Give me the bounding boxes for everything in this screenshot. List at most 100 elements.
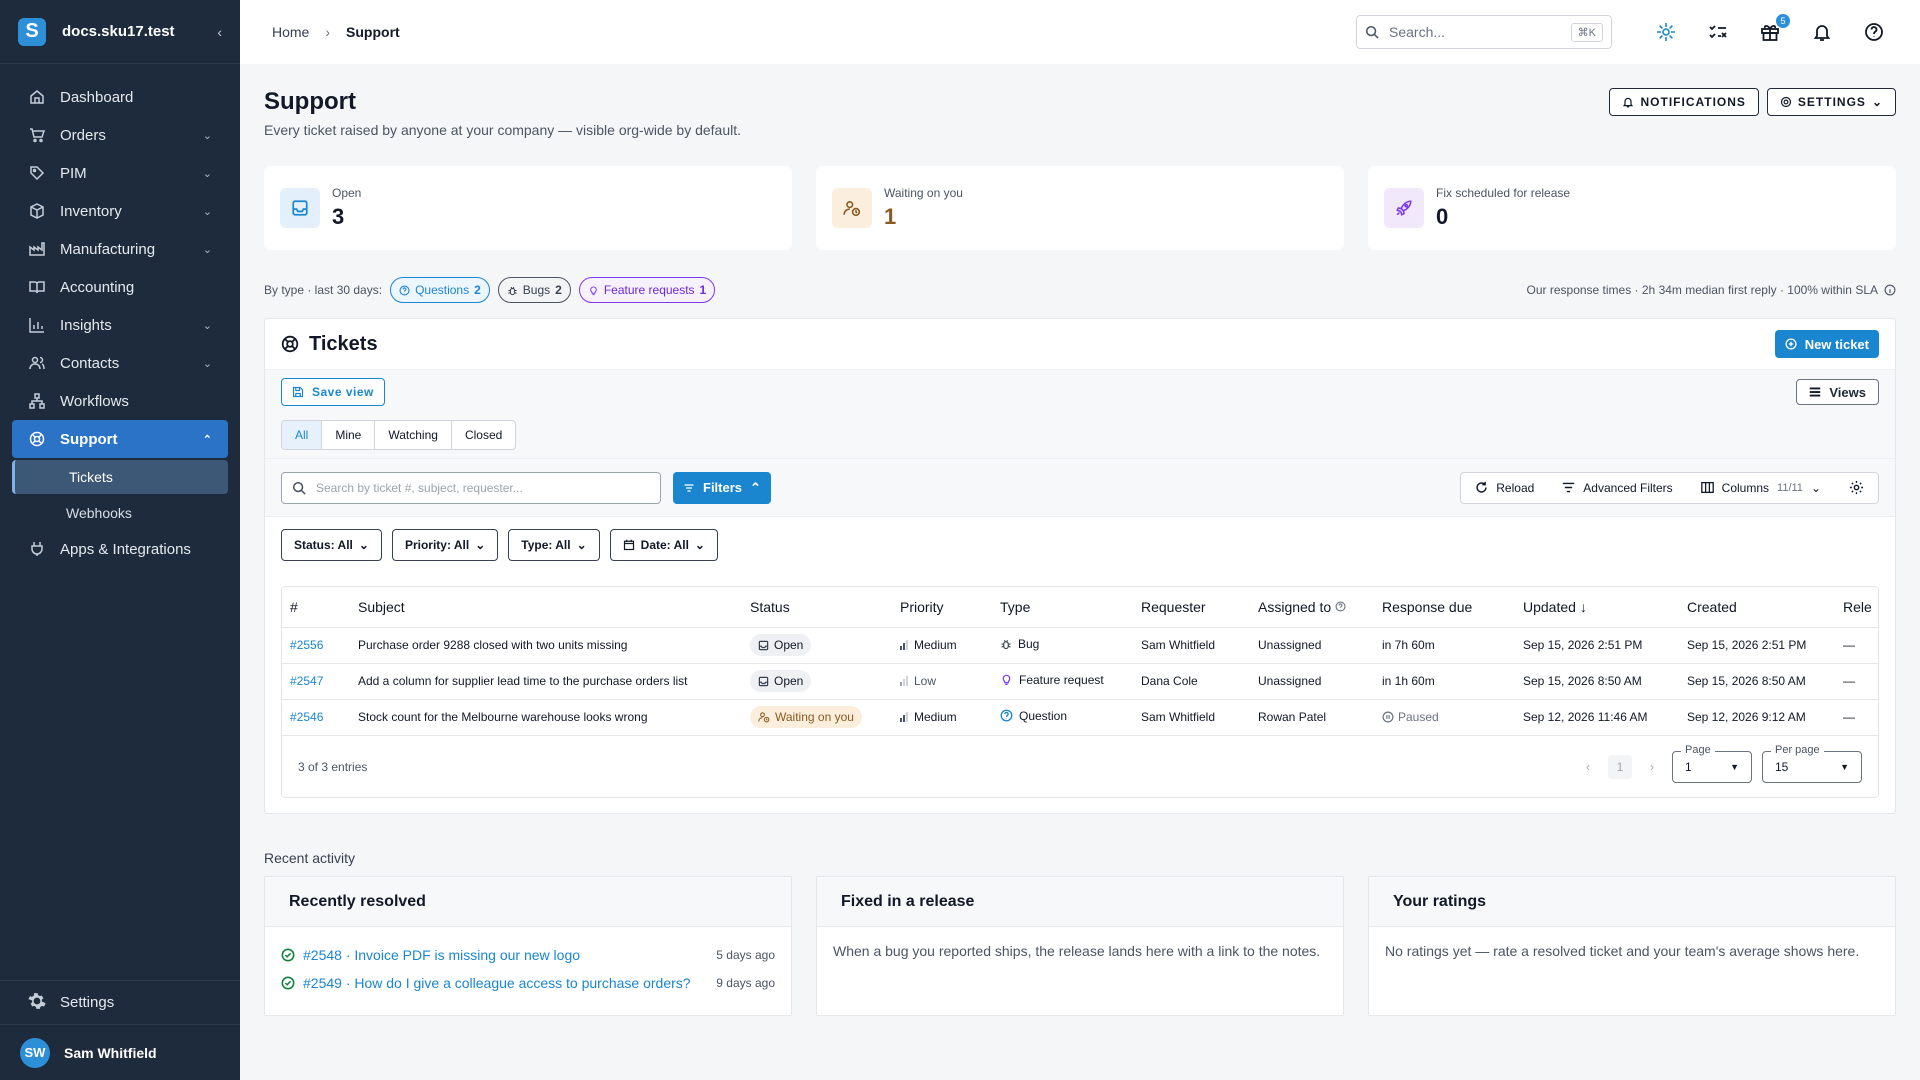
prev-page-icon[interactable]: ‹: [1586, 760, 1590, 774]
sidebar-item-pim[interactable]: PIM ⌄: [0, 154, 240, 192]
ticket-id[interactable]: #2546: [282, 699, 350, 736]
sidebar-subitem-tickets[interactable]: Tickets: [12, 460, 228, 494]
ticket-subject[interactable]: Stock count for the Melbourne warehouse …: [350, 699, 742, 736]
col-updated[interactable]: Updated ↓: [1515, 587, 1679, 628]
factory-icon: [28, 240, 46, 258]
chip-count: 1: [699, 283, 707, 297]
user-menu[interactable]: SW Sam Whitfield: [0, 1024, 240, 1080]
ticket-tabs: All Mine Watching Closed: [281, 420, 517, 450]
filters-button[interactable]: Filters ⌃: [673, 471, 771, 504]
page-number[interactable]: 1: [1608, 755, 1632, 779]
settings-dropdown-button[interactable]: SETTINGS ⌄: [1766, 88, 1896, 116]
col-requester[interactable]: Requester: [1133, 587, 1250, 628]
sidebar-item-apps[interactable]: Apps & Integrations: [0, 530, 240, 568]
columns-button[interactable]: Columns 11/11 ⌄: [1687, 481, 1835, 495]
page-select[interactable]: Page 1 ▼: [1672, 744, 1752, 783]
col-assigned[interactable]: Assigned to: [1250, 587, 1374, 628]
ticket-id[interactable]: #2547: [282, 663, 350, 700]
resolved-link[interactable]: #2548 · Invoice PDF is missing our new l…: [303, 945, 704, 965]
sort-desc-icon: ↓: [1579, 598, 1587, 615]
info-icon[interactable]: [1884, 284, 1896, 296]
gear-icon: [1780, 96, 1792, 108]
page-select-label: Page: [1681, 744, 1715, 756]
breadcrumb: Home › Support: [272, 24, 1356, 40]
table-row[interactable]: #2546 Stock count for the Melbourne ware…: [282, 699, 1878, 736]
sidebar-item-settings[interactable]: Settings: [0, 980, 240, 1024]
status-filter-dropdown[interactable]: Status: All ⌄: [281, 528, 382, 561]
breadcrumb-home[interactable]: Home: [272, 24, 309, 40]
sidebar-item-inventory[interactable]: Inventory ⌄: [0, 192, 240, 230]
col-subject[interactable]: Subject: [350, 587, 742, 628]
page-title: Support: [264, 88, 356, 115]
app-logo-icon[interactable]: S: [18, 17, 46, 46]
col-priority[interactable]: Priority: [892, 587, 992, 628]
notifications-button[interactable]: NOTIFICATIONS: [1609, 88, 1759, 116]
col-id[interactable]: #: [282, 587, 350, 628]
stat-fix-scheduled[interactable]: Fix scheduled for release 0: [1368, 166, 1896, 250]
chip-label: Bugs: [522, 283, 551, 297]
sidebar-item-label: PIM: [60, 164, 87, 182]
sidebar-item-manufacturing[interactable]: Manufacturing ⌄: [0, 230, 240, 268]
filters-label: Filters: [703, 480, 743, 495]
chip-questions[interactable]: Questions 2: [390, 277, 490, 303]
ticket-search-input[interactable]: Search by ticket #, subject, requester..…: [281, 471, 661, 504]
tasks-check-icon[interactable]: [1704, 18, 1732, 46]
sidebar-item-orders[interactable]: Orders ⌄: [0, 116, 240, 154]
global-search[interactable]: Search... ⌘K: [1356, 15, 1612, 49]
list-item[interactable]: #2549 · How do I give a colleague access…: [281, 969, 775, 997]
collapse-sidebar-icon[interactable]: ‹: [217, 24, 222, 40]
type-filter-dropdown[interactable]: Type: All ⌄: [508, 528, 600, 561]
col-response-due[interactable]: Response due: [1374, 587, 1515, 628]
per-page-select[interactable]: Per page 15 ▼: [1762, 744, 1862, 783]
reload-button[interactable]: Reload: [1461, 481, 1548, 495]
table-row[interactable]: #2556 Purchase order 9288 closed with tw…: [282, 627, 1878, 664]
chevron-up-icon: ⌃: [202, 433, 212, 446]
tab-closed[interactable]: Closed: [452, 421, 515, 449]
chip-feature-requests[interactable]: Feature requests 1: [578, 277, 716, 303]
sidebar-item-contacts[interactable]: Contacts ⌄: [0, 344, 240, 382]
col-created[interactable]: Created: [1679, 587, 1835, 628]
inbox-icon: [758, 640, 769, 650]
help-icon[interactable]: [1860, 18, 1888, 46]
advanced-filters-button[interactable]: Advanced Filters: [1548, 481, 1686, 495]
sidebar-item-label: Manufacturing: [60, 240, 156, 258]
col-release[interactable]: Rele: [1835, 587, 1878, 628]
next-page-icon[interactable]: ›: [1650, 760, 1654, 774]
col-type[interactable]: Type: [992, 587, 1133, 628]
stat-waiting[interactable]: Waiting on you 1: [816, 166, 1344, 250]
new-ticket-button[interactable]: New ticket: [1774, 330, 1879, 358]
search-input[interactable]: Search...: [1389, 24, 1571, 40]
sidebar-item-accounting[interactable]: Accounting: [0, 268, 240, 306]
table-settings-button[interactable]: [1835, 480, 1878, 495]
sidebar-item-label: Orders: [60, 126, 106, 144]
resolved-link[interactable]: #2549 · How do I give a colleague access…: [303, 973, 704, 993]
ticket-id[interactable]: #2556: [282, 627, 350, 664]
save-view-button[interactable]: Save view: [281, 378, 385, 406]
ticket-subject[interactable]: Purchase order 9288 closed with two unit…: [350, 627, 742, 664]
stat-open[interactable]: Open 3: [264, 166, 792, 250]
gift-icon[interactable]: 5: [1756, 14, 1790, 46]
tab-watching[interactable]: Watching: [375, 421, 452, 449]
sidebar-item-insights[interactable]: Insights ⌄: [0, 306, 240, 344]
col-status[interactable]: Status: [742, 587, 892, 628]
list-item[interactable]: #2548 · Invoice PDF is missing our new l…: [281, 941, 775, 969]
ticket-release: —: [1835, 663, 1878, 700]
sidebar-subitem-webhooks[interactable]: Webhooks: [0, 496, 240, 530]
views-button[interactable]: Views: [1796, 379, 1879, 405]
table-row[interactable]: #2547 Add a column for supplier lead tim…: [282, 663, 1878, 700]
tab-mine[interactable]: Mine: [322, 421, 376, 449]
sidebar-item-workflows[interactable]: Workflows: [0, 382, 240, 420]
views-label: Views: [1829, 384, 1866, 400]
sidebar-header: S docs.sku17.test ‹: [0, 0, 240, 64]
cart-icon: [28, 126, 46, 144]
chip-bugs[interactable]: Bugs 2: [497, 277, 571, 303]
priority-filter-dropdown[interactable]: Priority: All ⌄: [391, 528, 499, 561]
bell-icon[interactable]: [1808, 18, 1836, 46]
ticket-due-cell: Paused: [1374, 699, 1515, 736]
date-filter-dropdown[interactable]: Date: All ⌄: [609, 528, 718, 561]
sidebar-item-support[interactable]: Support ⌃: [12, 420, 228, 458]
ticket-subject[interactable]: Add a column for supplier lead time to t…: [350, 663, 742, 700]
sidebar-item-dashboard[interactable]: Dashboard: [0, 78, 240, 116]
tab-all[interactable]: All: [282, 421, 323, 449]
ai-sparkle-icon[interactable]: [1652, 18, 1680, 46]
